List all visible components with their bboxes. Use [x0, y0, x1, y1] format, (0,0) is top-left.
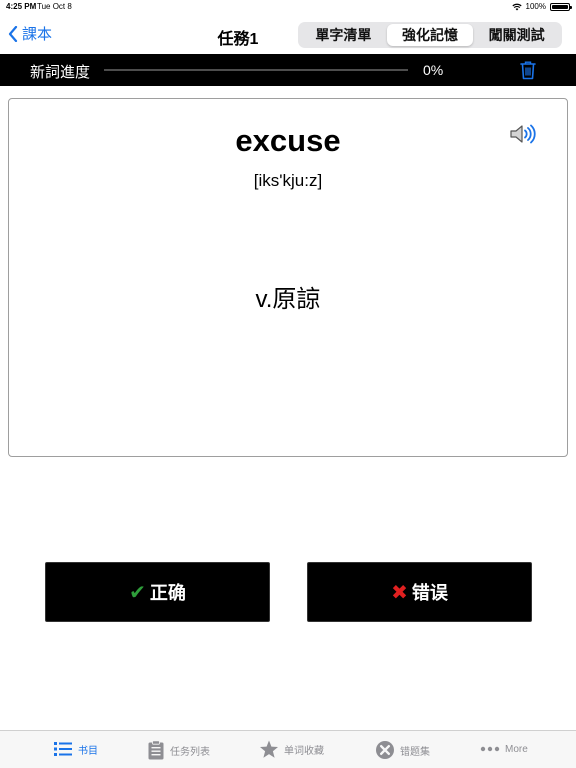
tab-books-label: 书目 — [78, 745, 98, 757]
correct-label: 正确 — [149, 583, 186, 603]
tab-task-list-label: 任务列表 — [170, 746, 210, 758]
tab-word-favorites[interactable]: 单词收藏 — [259, 740, 324, 759]
battery-icon — [550, 2, 572, 11]
more-icon — [480, 746, 500, 752]
word-text: excuse — [235, 123, 341, 158]
star-icon — [260, 740, 278, 758]
speaker-icon — [510, 124, 536, 144]
progress-bar — [104, 69, 408, 71]
tab-mistakes-label: 错题集 — [400, 746, 430, 758]
segment-challenge-test[interactable]: 闖關測試 — [473, 24, 560, 46]
progress-label: 新詞進度 — [30, 64, 91, 81]
tab-bar: 书目 任务列表 单词收藏 错题集 More — [0, 730, 576, 768]
list-icon — [54, 742, 72, 756]
status-right: 100% — [511, 2, 572, 11]
wrong-button[interactable]: ✖ 错误 — [307, 562, 532, 622]
segment-word-list[interactable]: 單字清單 — [300, 24, 387, 46]
trash-icon — [520, 61, 536, 80]
correct-button[interactable]: ✔ 正确 — [45, 562, 270, 622]
check-icon: ✔ — [129, 581, 146, 604]
status-date: Tue Oct 8 — [37, 2, 72, 11]
tab-task-list[interactable]: 任务列表 — [147, 740, 210, 760]
progress-row: 新詞進度 0% — [0, 54, 576, 86]
pronounce-button[interactable] — [509, 123, 537, 150]
mode-segmented-control: 單字清單 強化記憶 闖關測試 — [298, 22, 562, 48]
word-card: excuse [iks'kju:z] v.原諒 — [8, 98, 568, 457]
tab-more-label: More — [505, 743, 528, 755]
segment-memory-boost[interactable]: 強化記憶 — [386, 24, 474, 46]
navigation-bar: 課本 任務1 單字清單 強化記憶 闖關測試 — [0, 14, 576, 54]
tab-books[interactable]: 书目 — [53, 740, 98, 758]
wrong-label: 错误 — [411, 583, 448, 603]
meaning-text: v.原諒 — [255, 286, 321, 313]
status-time: 4:25 PM — [6, 2, 37, 11]
progress-value: 0% — [423, 62, 444, 78]
x-circle-icon — [376, 741, 394, 759]
wifi-icon — [511, 3, 522, 10]
tab-more[interactable]: More — [480, 740, 528, 758]
clipboard-icon — [148, 740, 164, 760]
status-bar: 4:25 PM Tue Oct 8 100% — [0, 0, 576, 14]
tab-word-favorites-label: 单词收藏 — [284, 746, 324, 757]
cross-icon: ✖ — [391, 581, 408, 604]
delete-button[interactable] — [519, 60, 537, 85]
battery-percent: 100% — [525, 2, 546, 11]
phonetic-text: [iks'kju:z] — [253, 171, 323, 190]
tab-mistakes[interactable]: 错题集 — [375, 740, 430, 760]
